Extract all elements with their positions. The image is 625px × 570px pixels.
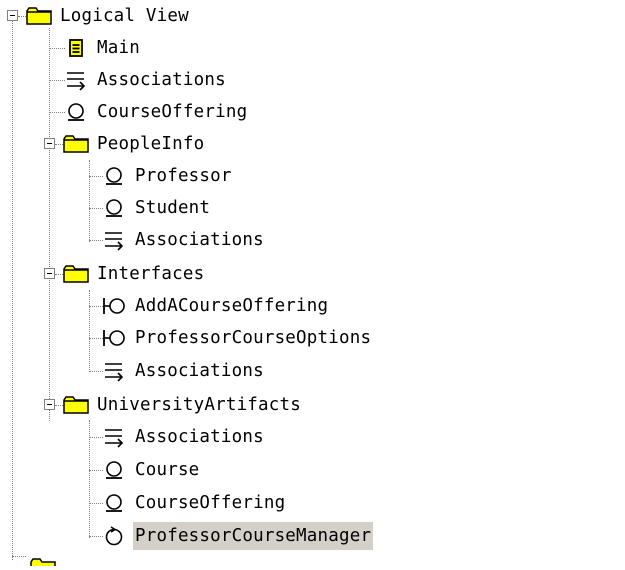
folder-icon — [26, 5, 52, 27]
tree-node-label: CourseOffering — [97, 102, 248, 122]
logical-view-tree: Logical View Main Associations CourseOff… — [0, 0, 625, 566]
folder-icon — [63, 394, 89, 416]
tree-node-label: ProfessorCourseManager — [133, 522, 374, 550]
associations-icon — [101, 229, 127, 251]
tree-node-logical-view[interactable]: Logical View — [0, 0, 625, 32]
tree-node-main[interactable]: Main — [0, 32, 625, 64]
tree-node-associations[interactable]: Associations — [0, 355, 625, 387]
tree-node-label: Associations — [135, 361, 264, 381]
tree-node-professorcoursemanager[interactable]: ProfessorCourseManager — [0, 520, 625, 552]
entity-class-icon — [101, 165, 127, 187]
tree-node-label: Associations — [135, 230, 264, 250]
tree-node-label: Logical View — [60, 6, 189, 26]
entity-class-icon — [101, 459, 127, 481]
tree-node-label: PeopleInfo — [97, 134, 205, 154]
tree-node-student[interactable]: Student — [0, 192, 625, 224]
boundary-class-icon — [101, 327, 127, 349]
tree-node-label: Main — [97, 38, 140, 58]
tree-node-universityartifacts[interactable]: UniversityArtifacts — [0, 389, 625, 421]
tree-node-course[interactable]: Course — [0, 454, 625, 486]
collapse-toggle[interactable] — [44, 138, 55, 149]
tree-node-label: Course — [135, 460, 200, 480]
tree-node-label: UniversityArtifacts — [97, 395, 301, 415]
associations-icon — [63, 69, 89, 91]
tree-node-label: ProfessorCourseOptions — [135, 328, 372, 348]
boundary-class-icon — [101, 295, 127, 317]
tree-node-label: Associations — [97, 70, 226, 90]
associations-icon — [101, 426, 127, 448]
tree-node-label: Associations — [135, 427, 264, 447]
associations-icon — [101, 360, 127, 382]
tree-node-associations[interactable]: Associations — [0, 224, 625, 256]
entity-class-icon — [101, 492, 127, 514]
entity-class-icon — [63, 101, 89, 123]
tree-node-associations[interactable]: Associations — [0, 64, 625, 96]
class-diagram-icon — [63, 37, 89, 59]
folder-icon — [63, 263, 89, 285]
folder-icon — [63, 133, 89, 155]
collapse-toggle[interactable] — [44, 268, 55, 279]
tree-node-label: AddACourseOffering — [135, 296, 329, 316]
tree-node-courseoffering[interactable]: CourseOffering — [0, 487, 625, 519]
tree-node-professorcourseoptions[interactable]: ProfessorCourseOptions — [0, 322, 625, 354]
tree-node-associations[interactable]: Associations — [0, 421, 625, 453]
tree-node-label: Interfaces — [97, 264, 205, 284]
tree-node-label: Professor — [135, 166, 232, 186]
tree-node-label: CourseOffering — [135, 493, 286, 513]
tree-node-peopleinfo[interactable]: PeopleInfo — [0, 128, 625, 160]
folder-icon — [30, 551, 56, 570]
tree-node-addacourseoffering[interactable]: AddACourseOffering — [0, 290, 625, 322]
tree-node-interfaces[interactable]: Interfaces — [0, 258, 625, 290]
control-class-icon — [101, 525, 127, 547]
collapse-toggle[interactable] — [44, 399, 55, 410]
collapse-toggle[interactable] — [7, 10, 18, 21]
tree-node-professor[interactable]: Professor — [0, 160, 625, 192]
entity-class-icon — [101, 197, 127, 219]
tree-node-courseoffering[interactable]: CourseOffering — [0, 96, 625, 128]
tree-node-label: Student — [135, 198, 211, 218]
